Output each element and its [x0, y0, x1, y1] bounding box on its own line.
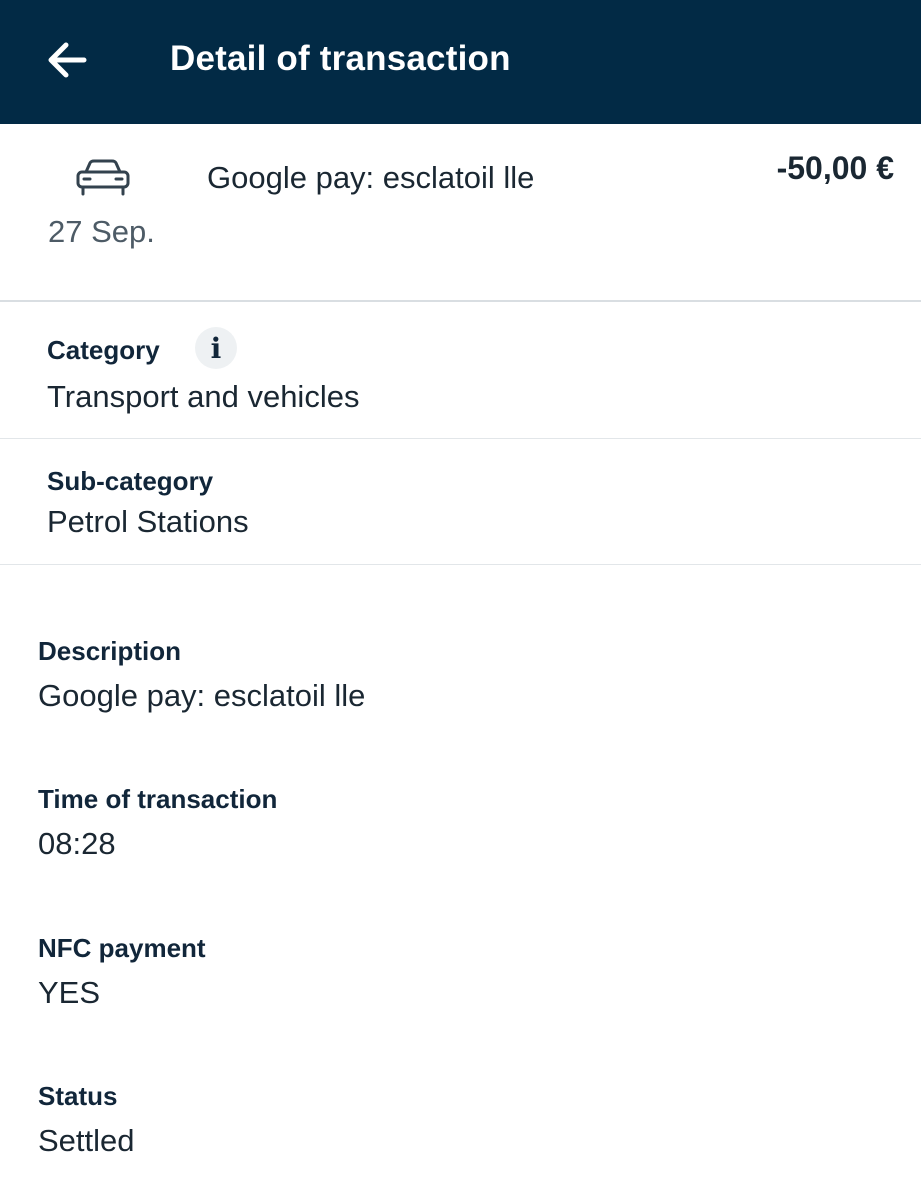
time-value: 08:28 [38, 826, 116, 861]
back-button[interactable] [40, 36, 92, 84]
status-value: Settled [38, 1123, 135, 1158]
subcategory-label: Sub-category [47, 466, 214, 496]
status-label: Status [38, 1081, 118, 1111]
info-icon[interactable]: i [195, 327, 237, 369]
nfc-field: NFC payment YES [38, 931, 206, 1013]
description-field: Description Google pay: esclatoil lle [38, 634, 365, 716]
merchant-name: Google pay: esclatoil lle [207, 160, 535, 195]
status-field: Status Settled [38, 1079, 135, 1161]
nfc-value: YES [38, 975, 101, 1010]
car-icon [76, 159, 130, 196]
category-value: Transport and vehicles [47, 379, 360, 414]
subcategory-value: Petrol Stations [47, 504, 249, 539]
category-label: Category [47, 335, 160, 365]
time-field: Time of transaction 08:28 [38, 782, 277, 864]
page-title: Detail of transaction [170, 39, 511, 78]
description-value: Google pay: esclatoil lle [38, 678, 366, 713]
time-label: Time of transaction [38, 784, 278, 814]
transaction-amount: -50,00 € [776, 150, 894, 186]
description-label: Description [38, 636, 182, 666]
category-section[interactable]: Category i Transport and vehicles [0, 302, 921, 439]
arrow-left-icon [48, 42, 87, 78]
app-bar: Detail of transaction [0, 0, 921, 124]
nfc-label: NFC payment [38, 933, 206, 963]
subcategory-section[interactable]: Sub-category Petrol Stations [0, 439, 921, 565]
transaction-summary: 27 Sep. Google pay: esclatoil lle -50,00… [0, 124, 921, 302]
transaction-date: 27 Sep. [48, 214, 155, 249]
